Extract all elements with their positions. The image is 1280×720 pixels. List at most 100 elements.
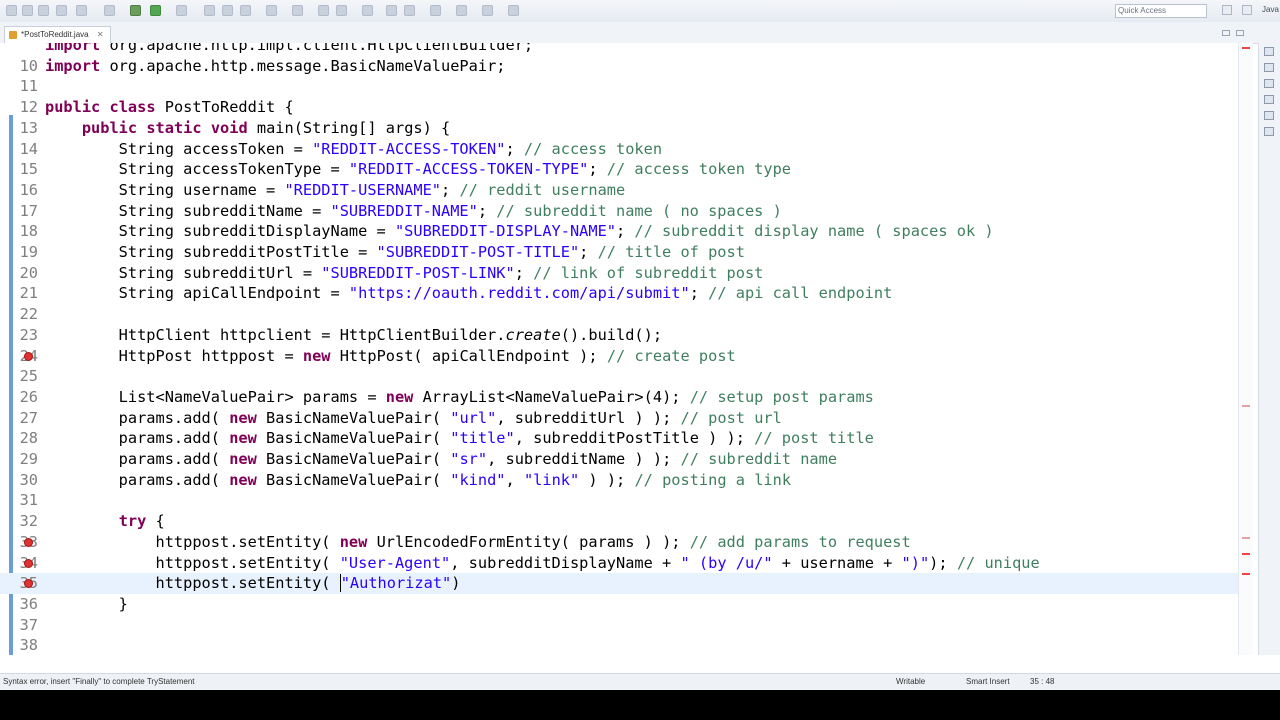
- code-line[interactable]: 11: [0, 76, 1238, 97]
- new-java-project-icon[interactable]: [204, 5, 215, 16]
- code-line[interactable]: 19 String subredditPostTitle = "SUBREDDI…: [0, 242, 1238, 263]
- outline-icon[interactable]: [1264, 79, 1274, 88]
- code-line[interactable]: import org.apache.http.impl.client.HttpC…: [0, 43, 1238, 56]
- previous-annotation-icon[interactable]: [336, 5, 347, 16]
- navigate-forward-icon[interactable]: [482, 5, 493, 16]
- code-text: httppost.setEntity( "User-Agent", subred…: [45, 553, 1040, 574]
- code-line[interactable]: 27 params.add( new BasicNameValuePair( "…: [0, 408, 1238, 429]
- code-token: BasicNameValuePair(: [256, 450, 451, 468]
- code-line[interactable]: 21 String apiCallEndpoint = "https://oau…: [0, 283, 1238, 304]
- forward-icon[interactable]: [404, 5, 415, 16]
- code-line[interactable]: 37: [0, 615, 1238, 636]
- code-line[interactable]: 23 HttpClient httpclient = HttpClientBui…: [0, 325, 1238, 346]
- code-token: UrlEncodedFormEntity( params ) );: [367, 532, 690, 551]
- code-line[interactable]: 14 String accessToken = "REDDIT-ACCESS-T…: [0, 139, 1238, 160]
- code-line[interactable]: 29 params.add( new BasicNameValuePair( "…: [0, 449, 1238, 470]
- code-line[interactable]: 38: [0, 635, 1238, 655]
- code-line[interactable]: 15 String accessTokenType = "REDDIT-ACCE…: [0, 159, 1238, 180]
- open-perspective-icon[interactable]: [1222, 5, 1232, 15]
- error-marker-icon[interactable]: [24, 558, 33, 568]
- editor-tab-posttoreddit[interactable]: *PostToReddit.java ✕: [4, 26, 111, 43]
- new-class-icon[interactable]: [240, 5, 251, 16]
- quick-access-field[interactable]: Quick Access: [1115, 4, 1207, 18]
- debug-icon[interactable]: [130, 5, 141, 16]
- code-line[interactable]: 18 String subredditDisplayName = "SUBRED…: [0, 221, 1238, 242]
- comment-token: // api call endpoint: [708, 284, 893, 303]
- code-token: List<NameValuePair> params =: [45, 387, 386, 406]
- code-line[interactable]: 26 List<NameValuePair> params = new Arra…: [0, 387, 1238, 408]
- code-line[interactable]: 12 public class PostToReddit {: [0, 97, 1238, 118]
- overview-ruler[interactable]: [1238, 43, 1253, 655]
- code-editor[interactable]: import org.apache.http.impl.client.HttpC…: [0, 43, 1238, 655]
- print-icon[interactable]: [76, 5, 87, 16]
- new-package-icon[interactable]: [222, 5, 233, 16]
- task-list-icon[interactable]: [1264, 127, 1274, 136]
- string-token: "User-Agent": [339, 553, 451, 572]
- keyword-token: public: [81, 118, 138, 137]
- tools-icon[interactable]: [104, 5, 115, 16]
- keyword-token: new: [229, 408, 257, 427]
- open-type-icon[interactable]: [266, 5, 277, 16]
- code-token: params.add(: [45, 470, 230, 489]
- new-icon[interactable]: [6, 5, 17, 16]
- overview-warning-mark[interactable]: [1242, 405, 1250, 407]
- code-line[interactable]: 34 httppost.setEntity( "User-Agent", sub…: [0, 553, 1238, 574]
- search-icon[interactable]: [292, 5, 303, 16]
- code-token: HttpPost httppost =: [45, 346, 303, 365]
- code-line[interactable]: 17 String subredditName = "SUBREDDIT-NAM…: [0, 201, 1238, 222]
- code-line[interactable]: 25: [0, 366, 1238, 387]
- external-tools-icon[interactable]: [176, 5, 187, 16]
- run-icon[interactable]: [150, 5, 161, 16]
- code-line[interactable]: 20 String subredditUrl = "SUBREDDIT-POST…: [0, 263, 1238, 284]
- error-marker-icon[interactable]: [24, 351, 33, 361]
- overview-error-mark[interactable]: [1242, 553, 1250, 555]
- last-edit-icon[interactable]: [362, 5, 373, 16]
- keyword-token: try: [118, 512, 147, 531]
- code-token: }: [45, 594, 128, 613]
- comment-token: // posting a link: [634, 470, 792, 489]
- problems-icon[interactable]: [1264, 95, 1274, 104]
- overview-error-mark[interactable]: [1242, 47, 1250, 49]
- open-icon[interactable]: [22, 5, 33, 16]
- code-line[interactable]: 28 params.add( new BasicNameValuePair( "…: [0, 428, 1238, 449]
- next-annotation-icon[interactable]: [318, 5, 329, 16]
- back-icon[interactable]: [386, 5, 397, 16]
- code-line[interactable]: 35 httppost.setEntity( "Authorizat"): [0, 573, 1238, 594]
- code-line[interactable]: 33 httppost.setEntity( new UrlEncodedFor…: [0, 532, 1238, 553]
- code-line[interactable]: 13 public static void main(String[] args…: [0, 118, 1238, 139]
- code-line[interactable]: 31: [0, 490, 1238, 511]
- pin-icon[interactable]: [430, 5, 441, 16]
- keyword-token: new: [229, 429, 257, 448]
- comment-token: // access token: [523, 139, 663, 158]
- restore-icon[interactable]: [1264, 47, 1274, 56]
- perspective-label[interactable]: Java: [1262, 5, 1279, 14]
- java-perspective-icon[interactable]: [1242, 5, 1252, 15]
- code-line[interactable]: 30 params.add( new BasicNameValuePair( "…: [0, 470, 1238, 491]
- status-insert-mode[interactable]: Smart Insert: [966, 674, 1010, 690]
- overview-warning-mark[interactable]: [1242, 537, 1250, 539]
- code-line[interactable]: 16 String username = "REDDIT-USERNAME"; …: [0, 180, 1238, 201]
- comment-token: // link of subreddit post: [533, 263, 764, 282]
- code-line[interactable]: 36 }: [0, 594, 1238, 615]
- save-icon[interactable]: [38, 5, 49, 16]
- save-all-icon[interactable]: [56, 5, 67, 16]
- maximize-icon[interactable]: [1236, 30, 1244, 36]
- line-number: 30: [19, 470, 38, 489]
- navigate-back-icon[interactable]: [456, 5, 467, 16]
- error-marker-icon[interactable]: [24, 537, 33, 547]
- close-icon[interactable]: ✕: [97, 30, 104, 39]
- code-line[interactable]: 22: [0, 304, 1238, 325]
- toolbar-more-icon[interactable]: [508, 5, 519, 16]
- comment-token: // subreddit display name ( spaces ok ): [634, 222, 994, 241]
- code-token: , subredditDisplayName +: [450, 553, 681, 572]
- keyword-token: class: [109, 98, 156, 117]
- code-token: PostToReddit {: [155, 98, 294, 117]
- package-explorer-icon[interactable]: [1264, 63, 1274, 72]
- code-line[interactable]: 10 import org.apache.http.message.BasicNa…: [0, 56, 1238, 77]
- console-icon[interactable]: [1264, 111, 1274, 120]
- code-line[interactable]: 24 HttpPost httppost = new HttpPost( api…: [0, 346, 1238, 367]
- line-number: 31: [19, 491, 38, 510]
- minimize-icon[interactable]: [1222, 30, 1230, 36]
- code-line[interactable]: 32 try {: [0, 511, 1238, 532]
- overview-error-mark[interactable]: [1242, 573, 1250, 575]
